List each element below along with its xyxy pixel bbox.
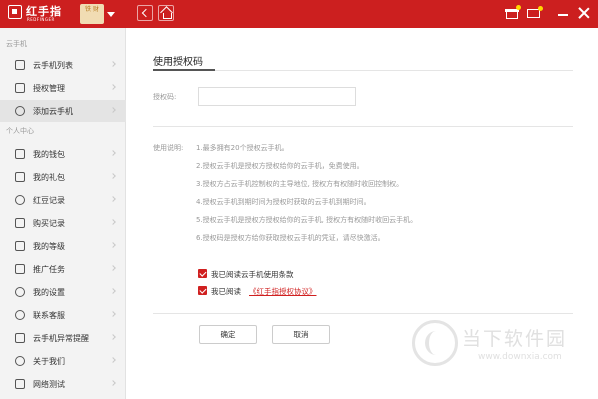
auth-code-label: 授权码:	[153, 93, 177, 101]
sidebar-item-label: 我的设置	[33, 288, 65, 297]
sidebar-item-gifts[interactable]: 我的礼包	[0, 166, 126, 188]
mail-icon[interactable]	[527, 6, 543, 20]
sidebar-item-label: 联系客服	[33, 311, 65, 320]
note-item: 3.授权方占云手机控制权的主导地位, 授权方有权随时收回控制权。	[196, 180, 404, 188]
sidebar-item-network-test[interactable]: 网络测试	[0, 373, 126, 395]
notes-label: 使用说明:	[153, 144, 184, 152]
sidebar-item-label: 云手机列表	[33, 61, 73, 70]
sidebar-item-purchase-records[interactable]: 购买记录	[0, 212, 126, 234]
sidebar-item-support[interactable]: 联系客服	[0, 304, 126, 326]
shield-icon	[15, 83, 25, 93]
sidebar-item-bean-records[interactable]: 红豆记录	[0, 189, 126, 211]
confirm-button[interactable]: 确定	[199, 325, 257, 344]
agree-protocol-label[interactable]: 我已阅读	[211, 286, 241, 297]
cancel-button[interactable]: 取消	[272, 325, 330, 344]
bean-icon	[15, 195, 25, 205]
chevron-right-icon	[110, 219, 116, 225]
chevron-right-icon	[110, 173, 116, 179]
sidebar-item-settings[interactable]: 我的设置	[0, 281, 126, 303]
sidebar-item-wallet[interactable]: 我的钱包	[0, 143, 126, 165]
chevron-right-icon	[110, 107, 116, 113]
title-bar: 红手指 REDFINGER 铁 财	[0, 0, 598, 28]
user-avatar[interactable]: 铁 财	[80, 4, 104, 24]
redfinger-logo-icon	[8, 5, 22, 19]
chevron-right-icon	[110, 380, 116, 386]
phone-icon	[15, 60, 25, 70]
sidebar-item-label: 我的礼包	[33, 173, 65, 182]
note-item: 6.授权码是授权方给你获取授权云手机的凭证，请尽快激活。	[196, 234, 385, 242]
network-icon	[15, 379, 25, 389]
close-button[interactable]	[578, 7, 590, 19]
sidebar-item-label: 红豆记录	[33, 196, 65, 205]
sidebar-item-phone-list[interactable]: 云手机列表	[0, 54, 126, 76]
note-item: 5.授权云手机是授权方授权给你的云手机, 授权方有权随时收回云手机。	[196, 216, 418, 224]
gear-icon	[15, 287, 25, 297]
home-button[interactable]	[158, 5, 174, 21]
bell-icon	[15, 333, 25, 343]
sidebar-item-label: 推广任务	[33, 265, 65, 274]
note-item: 4.授权云手机到期时间为授权时获取的云手机到期时间。	[196, 198, 371, 206]
crown-icon	[15, 241, 25, 251]
gift-icon	[15, 172, 25, 182]
sidebar-item-label: 授权管理	[33, 84, 65, 93]
flag-icon	[15, 264, 25, 274]
note-item: 2.授权云手机是授权方授权给你的云手机，免费使用。	[196, 162, 364, 170]
divider	[153, 313, 573, 314]
section-label-personal: 个人中心	[6, 127, 34, 135]
sidebar-item-label: 我的钱包	[33, 150, 65, 159]
chevron-right-icon	[110, 242, 116, 248]
note-item: 1.最多拥有20个授权云手机。	[196, 144, 289, 152]
sidebar-item-alerts[interactable]: 云手机异常提醒	[0, 327, 126, 349]
chevron-right-icon	[110, 150, 116, 156]
sidebar-item-label: 云手机异常提醒	[33, 334, 89, 343]
sidebar-item-add-phone[interactable]: 添加云手机	[0, 100, 126, 122]
watermark-text: 当下软件园	[462, 328, 568, 350]
sidebar-item-level[interactable]: 我的等级	[0, 235, 126, 257]
sidebar-item-promotion[interactable]: 推广任务	[0, 258, 126, 280]
headset-icon	[15, 310, 25, 320]
sidebar-item-about[interactable]: 关于我们	[0, 350, 126, 372]
chevron-right-icon	[110, 288, 116, 294]
sidebar-item-auth-manage[interactable]: 授权管理	[0, 77, 126, 99]
chevron-right-icon	[110, 311, 116, 317]
protocol-link[interactable]: 《红手指授权协议》	[249, 286, 317, 297]
agree-terms-checkbox[interactable]	[198, 269, 207, 278]
smile-icon	[15, 356, 25, 366]
sidebar-item-label: 关于我们	[33, 357, 65, 366]
sidebar-item-label: 网络测试	[33, 380, 65, 389]
chevron-right-icon	[110, 357, 116, 363]
chevron-down-icon[interactable]	[107, 12, 115, 17]
auth-code-input[interactable]	[198, 87, 356, 106]
minimize-button[interactable]	[558, 14, 568, 16]
sidebar: 云手机 云手机列表 授权管理 添加云手机 个人中心 我的钱包 我的礼包 红豆记录…	[0, 28, 126, 399]
brand-subtitle: REDFINGER	[27, 17, 55, 22]
gift-icon[interactable]	[505, 5, 521, 20]
watermark-url: www.downxia.com	[478, 352, 562, 362]
sidebar-item-label: 添加云手机	[33, 107, 73, 116]
wallet-icon	[15, 149, 25, 159]
plus-circle-icon	[15, 106, 25, 116]
chevron-right-icon	[110, 265, 116, 271]
chevron-right-icon	[110, 61, 116, 67]
divider	[153, 70, 573, 71]
watermark-logo-icon	[412, 320, 458, 366]
agree-terms-label[interactable]: 我已阅读云手机使用条款	[211, 269, 294, 280]
sidebar-item-label: 购买记录	[33, 219, 65, 228]
divider	[153, 126, 573, 127]
sidebar-item-label: 我的等级	[33, 242, 65, 251]
page-title: 使用授权码	[153, 57, 203, 68]
title-underline	[153, 69, 215, 71]
receipt-icon	[15, 218, 25, 228]
agree-protocol-checkbox[interactable]	[198, 286, 207, 295]
chevron-right-icon	[110, 334, 116, 340]
chevron-right-icon	[110, 196, 116, 202]
section-label-cloud: 云手机	[6, 40, 27, 48]
chevron-right-icon	[110, 84, 116, 90]
back-button[interactable]	[137, 5, 153, 21]
